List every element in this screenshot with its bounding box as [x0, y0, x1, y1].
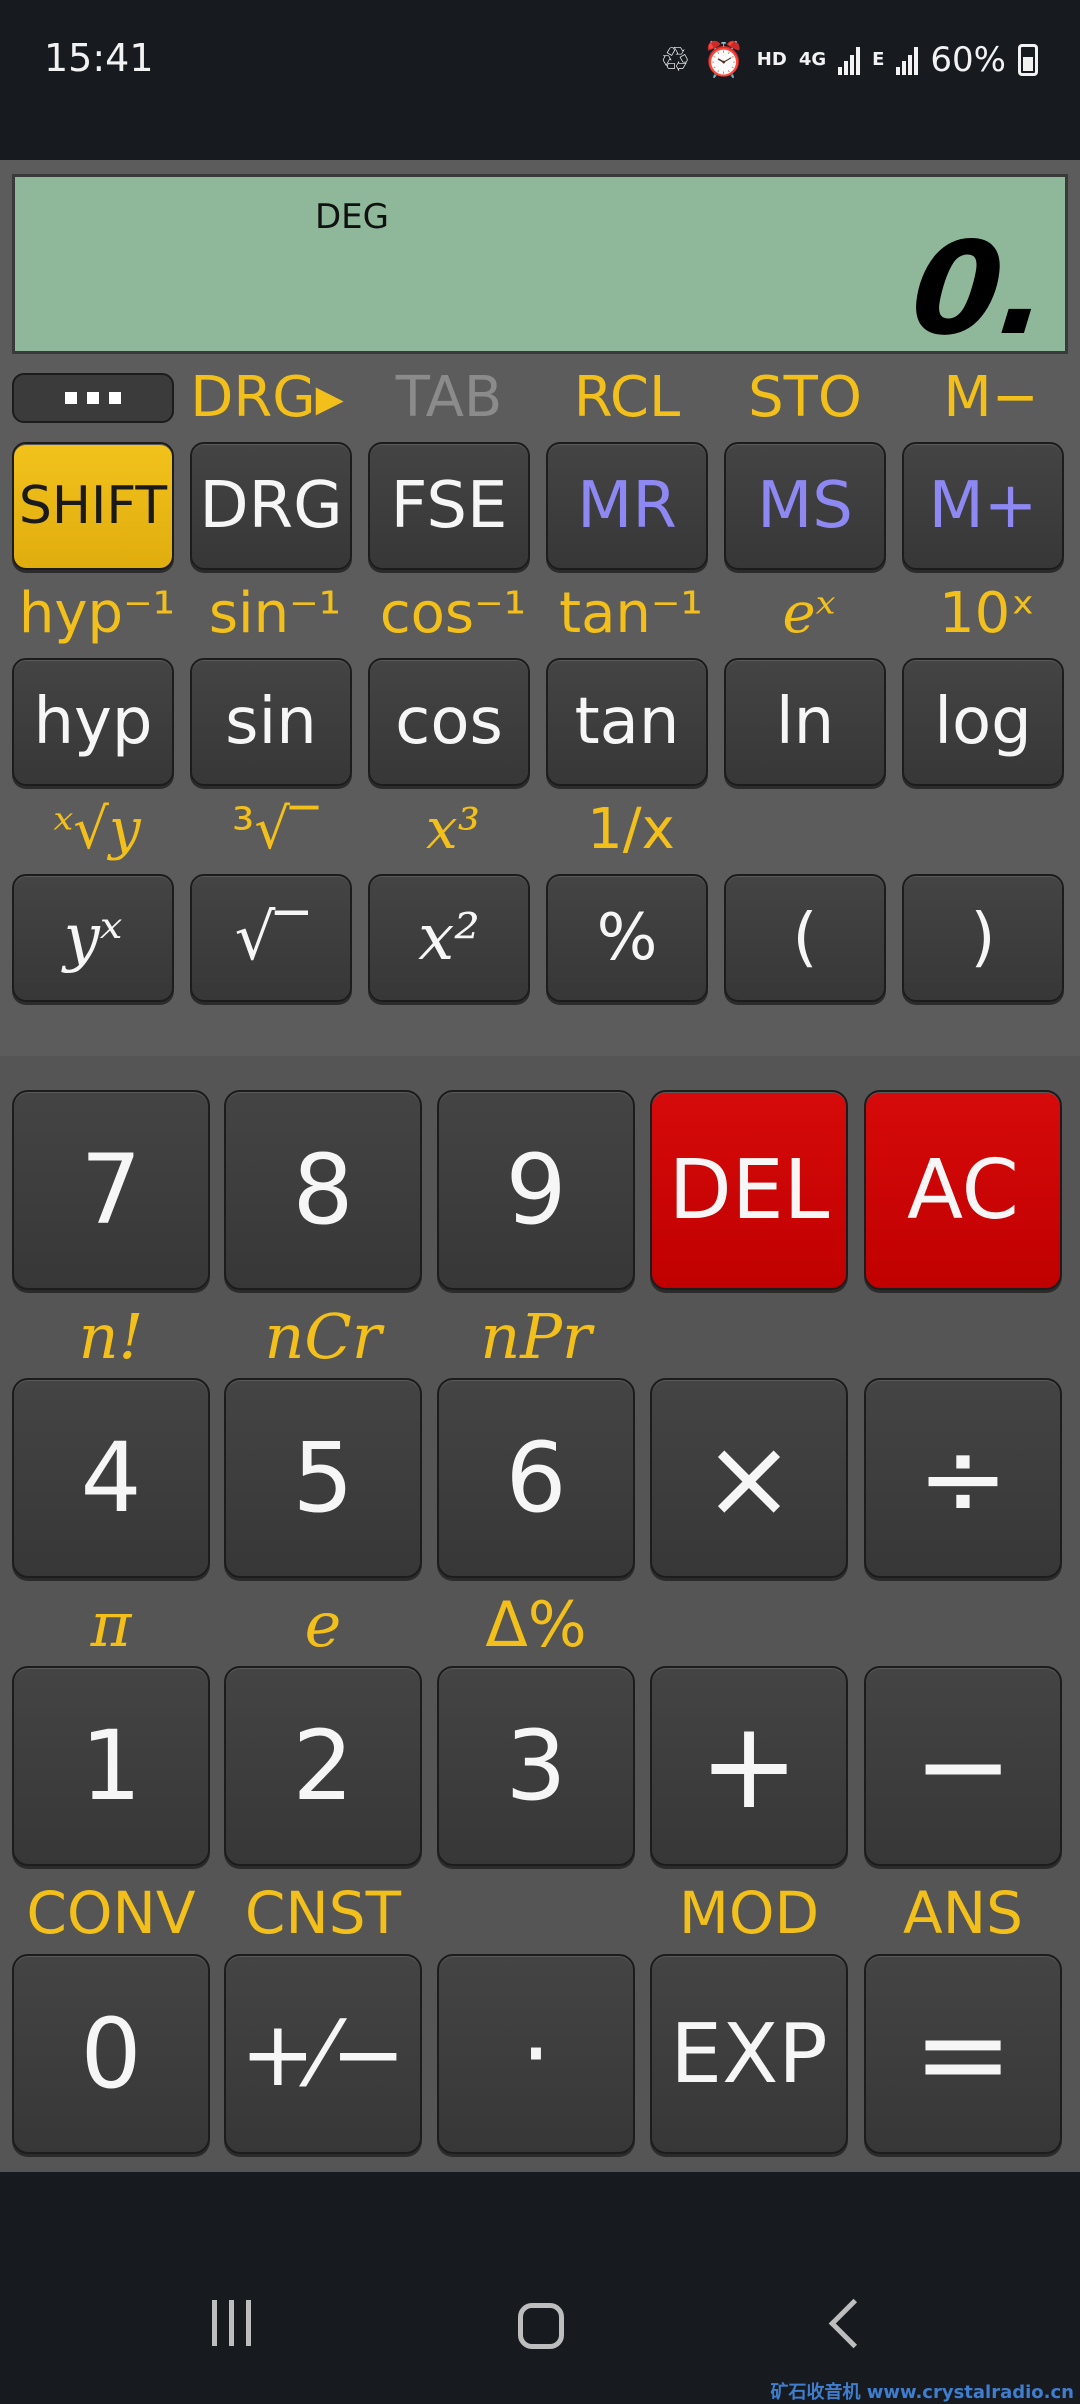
percent-button[interactable]: % [546, 874, 708, 1002]
battery-percent: 60% [930, 40, 1006, 80]
label-rcl: RCL [573, 365, 681, 430]
label-delta-percent: Δ% [485, 1588, 587, 1661]
label-cnst: CNST [244, 1879, 402, 1947]
label-exp: eˣ [782, 581, 836, 646]
display-value: 0. [905, 215, 1055, 364]
plus-minus-button[interactable]: +⁄− [224, 1954, 422, 2154]
label-mod: MOD [678, 1879, 820, 1947]
status-time: 15:41 [44, 36, 154, 80]
label-ncr: nCr [264, 1300, 382, 1373]
equals-button[interactable]: = [864, 1954, 1062, 2154]
label-sto: STO [748, 365, 862, 430]
label-arctan: tan⁻¹ [559, 581, 703, 646]
tan-button[interactable]: tan [546, 658, 708, 786]
alarm-icon: ⏰ [702, 40, 745, 80]
key-5[interactable]: 5 [224, 1378, 422, 1578]
label-cube-root: ³√‾ [231, 797, 319, 862]
battery-icon [1018, 44, 1038, 76]
watermark: 矿石收音机 www.crystalradio.cn [770, 2382, 1074, 2403]
sin-button[interactable]: sin [190, 658, 352, 786]
dot-icon [65, 392, 77, 404]
number-pad: 7 8 9 DEL AC n! nCr nPr 4 5 6 × ÷ π e Δ%… [0, 1056, 1080, 2172]
label-arcsin: sin⁻¹ [208, 581, 342, 646]
label-m-minus: M− [943, 365, 1039, 430]
exp-button[interactable]: EXP [650, 1954, 848, 2154]
label-factorial: n! [78, 1300, 144, 1373]
multiply-button[interactable]: × [650, 1378, 848, 1578]
plus-button[interactable]: + [650, 1666, 848, 1866]
status-icons: ♲ ⏰ HD 4G E 60% [660, 30, 1038, 90]
label-reciprocal: 1/x [587, 797, 675, 862]
navigation-bar [0, 2172, 1080, 2400]
label-xth-root: ˣ√y [53, 797, 141, 862]
square-button[interactable]: x² [368, 874, 530, 1002]
dot-icon [109, 392, 121, 404]
divide-button[interactable]: ÷ [864, 1378, 1062, 1578]
decimal-button[interactable]: · [437, 1954, 635, 2154]
ms-button[interactable]: MS [724, 442, 886, 570]
network-type: 4G [798, 49, 827, 70]
label-arccos: cos⁻¹ [379, 581, 527, 646]
menu-button[interactable] [12, 373, 174, 423]
drg-button[interactable]: DRG [190, 442, 352, 570]
label-pi: π [90, 1588, 132, 1661]
cos-button[interactable]: cos [368, 658, 530, 786]
label-tab: TAB [395, 365, 503, 430]
label-ans: ANS [903, 1879, 1023, 1947]
ln-button[interactable]: ln [724, 658, 886, 786]
label-x-cubed: x³ [425, 797, 481, 862]
calculator-display: DEG 0. [12, 174, 1068, 364]
recycle-icon: ♲ [659, 40, 691, 80]
signal-icon [838, 45, 861, 75]
fse-button[interactable]: FSE [368, 442, 530, 570]
signal-icon-2 [896, 45, 919, 75]
key-2[interactable]: 2 [224, 1666, 422, 1866]
recent-apps-icon[interactable] [212, 2300, 251, 2346]
delete-button[interactable]: DEL [650, 1090, 848, 1290]
minus-button[interactable]: − [864, 1666, 1062, 1866]
network-e: E [872, 49, 885, 70]
calculator-panel: DEG 0. DRG▸ TAB RCL STO M− SHIFT DRG FSE… [0, 160, 1080, 1172]
sqrt-button[interactable]: √‾ [190, 874, 352, 1002]
key-6[interactable]: 6 [437, 1378, 635, 1578]
shift-button[interactable]: SHIFT [12, 442, 174, 570]
key-1[interactable]: 1 [12, 1666, 210, 1866]
label-euler: e [304, 1588, 342, 1661]
key-0[interactable]: 0 [12, 1954, 210, 2154]
label-ten-power: 10ˣ [938, 581, 1036, 646]
hyp-button[interactable]: hyp [12, 658, 174, 786]
close-paren-button[interactable]: ) [902, 874, 1064, 1002]
power-button[interactable]: yˣ [12, 874, 174, 1002]
mr-button[interactable]: MR [546, 442, 708, 570]
m-plus-button[interactable]: M+ [902, 442, 1064, 570]
label-npr: nPr [480, 1300, 592, 1373]
key-8[interactable]: 8 [224, 1090, 422, 1290]
dot-icon [87, 392, 99, 404]
key-9[interactable]: 9 [437, 1090, 635, 1290]
status-bar: 15:41 ♲ ⏰ HD 4G E 60% [0, 0, 1080, 120]
hd-indicator: HD [756, 49, 787, 70]
key-7[interactable]: 7 [12, 1090, 210, 1290]
home-icon[interactable] [518, 2303, 564, 2349]
all-clear-button[interactable]: AC [864, 1090, 1062, 1290]
angle-mode: DEG [315, 197, 390, 237]
label-conv: CONV [26, 1879, 196, 1947]
key-4[interactable]: 4 [12, 1378, 210, 1578]
label-hyp-inverse: hyp⁻¹ [18, 581, 176, 646]
log-button[interactable]: log [902, 658, 1064, 786]
open-paren-button[interactable]: ( [724, 874, 886, 1002]
label-drg-convert: DRG▸ [190, 365, 344, 430]
key-3[interactable]: 3 [437, 1666, 635, 1866]
